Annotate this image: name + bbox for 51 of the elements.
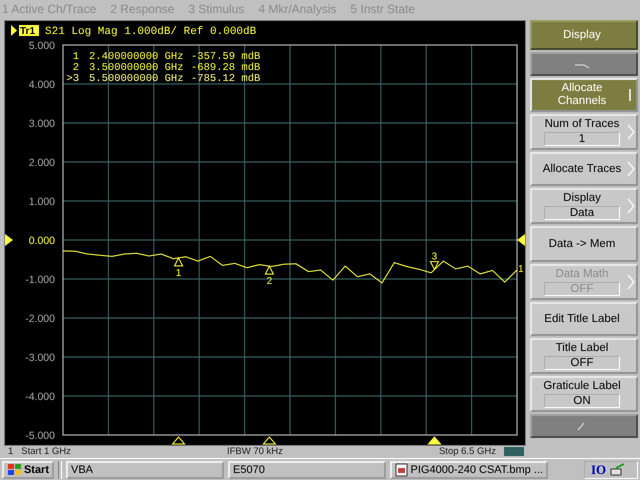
marker-label: >3 [66,73,79,85]
softkey-button[interactable]: Title Label OFF [530,338,638,374]
softkey-button[interactable]: Data -> Mem [530,226,638,262]
trace-tag: Tr1 [19,25,39,37]
softkey-button[interactable]: Allocate Channels [530,78,638,112]
axis-tick-label: 4.000 [28,79,55,91]
start-frequency: Start 1 GHz [21,446,71,457]
axis-tick-label: 5.000 [28,40,55,52]
marker-response: -357.59 mdB [191,51,260,63]
axis-tick-label: 0.000 [28,235,55,247]
stop-frequency: Stop 6.5 GHz [438,446,496,457]
page-down-button[interactable] [530,414,638,438]
marker-label: 1 [72,51,79,63]
menu-title: Display [530,20,638,50]
axis-tick-label: -2.000 [25,313,55,325]
windows-flag-icon [7,462,22,476]
start-button[interactable]: Start [2,460,54,478]
status-indicator [504,447,524,456]
legend-label: Tr1 [20,26,36,37]
taskbar-button[interactable]: VBA [66,460,224,478]
trace-number-label: 1 [518,264,524,276]
taskbar-button[interactable]: E5070 [228,460,386,478]
softkey-button[interactable]: Allocate Traces [530,152,638,186]
reference-level-icon [517,234,525,246]
axis-tick-label: -4.000 [25,391,55,403]
marker-stimulus: 2.400000000 GHz [89,51,184,63]
channel-number: 1 [8,446,14,457]
axis-tick-label: 2.000 [28,157,55,169]
image-file-icon [395,462,409,476]
taskbar-button[interactable]: PIG4000-240 CSAT.bmp ... [390,460,548,478]
marker-label: 2 [72,62,79,74]
marker-response: -689.28 mdB [191,62,260,74]
active-trace-icon [11,25,17,36]
page-up-button[interactable] [530,52,638,76]
marker-stimulus: 5.500000000 GHz [89,73,184,85]
marker-stimulus: 3.500000000 GHz [89,62,184,74]
reference-level-icon [5,234,13,246]
axis-tick-label: -5.000 [25,430,55,442]
softkey-button[interactable]: Graticule Label ON [530,376,638,412]
if-bandwidth: IFBW 70 kHz [226,446,283,457]
softkey-button[interactable]: Edit Title Label [530,302,638,336]
marker-response: -785.12 mdB [191,73,260,85]
network-icon[interactable] [610,462,626,476]
axis-tick-label: 1.000 [28,196,55,208]
trace-header: S21 Log Mag 1.000dB/ Ref 0.000dB [45,26,256,38]
axis-tick-label: 3.000 [28,118,55,130]
axis-tick-label: -3.000 [25,352,55,364]
axis-tick-label: -1.000 [25,274,55,286]
input-indicator[interactable]: IO [591,462,606,478]
softkey-button[interactable]: Display Data [530,188,638,224]
softkey-button[interactable]: Num of Traces 1 [530,114,638,150]
